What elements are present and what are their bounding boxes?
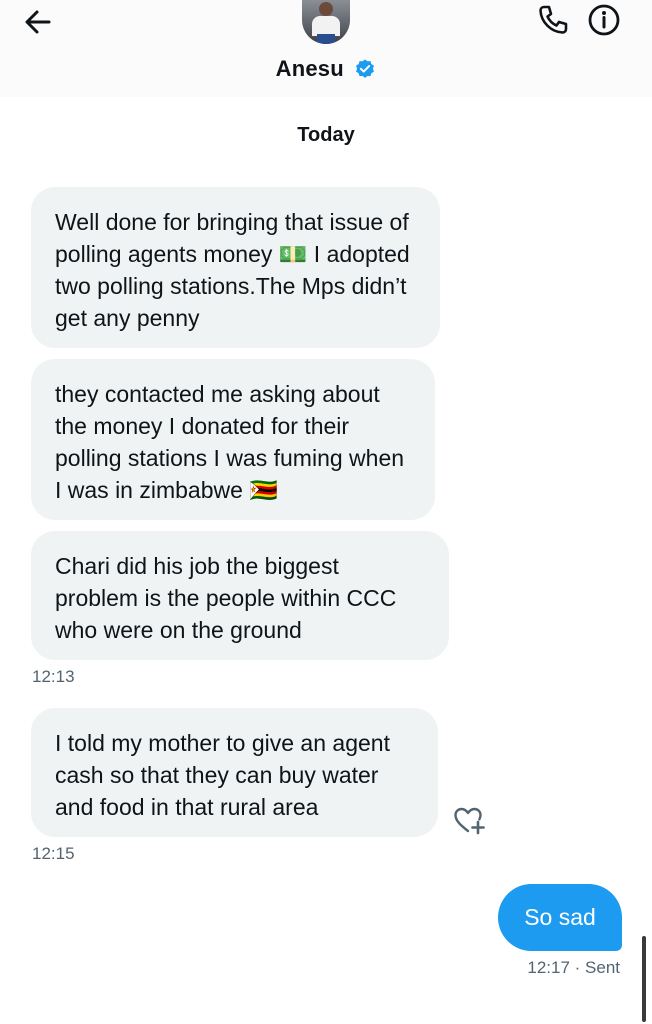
message-timestamp: 12:15: [32, 844, 75, 863]
heart-plus-icon: [454, 807, 485, 835]
received-message[interactable]: Well done for bringing that issue of pol…: [31, 187, 440, 348]
back-button[interactable]: [20, 4, 56, 40]
phone-icon: [539, 5, 568, 34]
scrollbar[interactable]: [642, 936, 646, 1022]
sent-status: 12:17 · Sent: [527, 958, 620, 977]
message-timestamp: 12:13: [32, 667, 75, 686]
received-message[interactable]: I told my mother to give an agent cash s…: [31, 708, 438, 837]
sent-message[interactable]: So sad: [498, 884, 622, 951]
info-button[interactable]: [586, 2, 622, 38]
verified-badge-icon: [356, 59, 375, 78]
contact-name: Anesu: [275, 56, 344, 81]
arrow-left-icon: [25, 10, 51, 34]
info-icon: [588, 4, 620, 36]
contact-title[interactable]: Anesu: [0, 56, 652, 82]
day-separator: Today: [297, 124, 355, 146]
received-message[interactable]: they contacted me asking about the money…: [31, 359, 435, 520]
call-button[interactable]: [535, 2, 571, 38]
avatar[interactable]: [302, 0, 350, 44]
conversation-header: Anesu: [0, 0, 652, 97]
received-message[interactable]: Chari did his job the biggest problem is…: [31, 531, 449, 660]
add-reaction-button[interactable]: [452, 804, 486, 836]
